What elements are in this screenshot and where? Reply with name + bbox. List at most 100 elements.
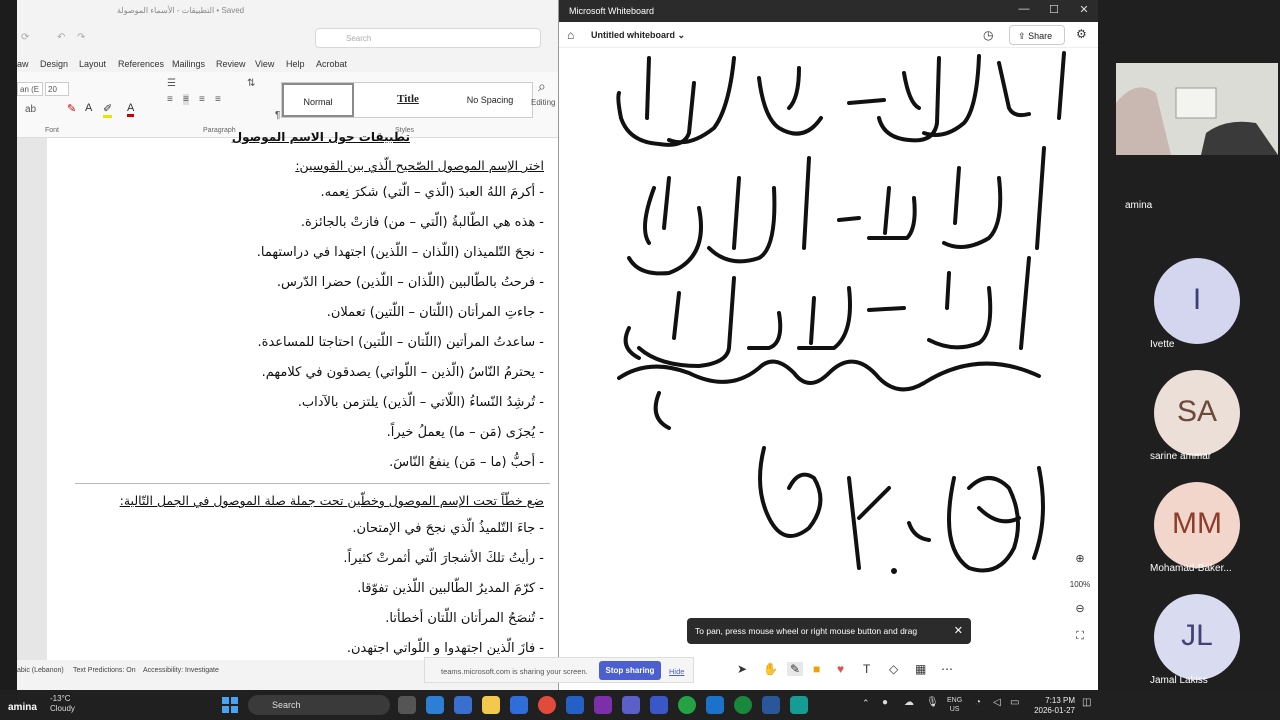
avatar[interactable]: MM bbox=[1154, 482, 1240, 568]
teams-icon[interactable] bbox=[622, 696, 640, 714]
app-icon[interactable] bbox=[566, 696, 584, 714]
onenote-icon[interactable] bbox=[594, 696, 612, 714]
document-page[interactable]: تطبيقات حول الاسم الموصول اختر الإسم الم… bbox=[47, 130, 558, 660]
status-predictions[interactable]: Text Predictions: On bbox=[73, 667, 136, 674]
editing-label[interactable]: Editing bbox=[531, 98, 555, 107]
reaction-icon[interactable]: ♥ bbox=[837, 662, 844, 676]
whiteboard-canvas[interactable] bbox=[559, 48, 1098, 660]
chevron-up-icon[interactable]: ⌃ bbox=[862, 698, 870, 709]
status-language[interactable]: abic (Lebanon) bbox=[17, 667, 64, 674]
task-view-icon[interactable] bbox=[398, 696, 416, 714]
bullets-icon[interactable]: ☰ bbox=[167, 78, 176, 89]
tab-mailings[interactable]: Mailings bbox=[172, 59, 205, 69]
text-effects-icon[interactable]: A bbox=[85, 102, 92, 114]
font-size-select[interactable]: 20 bbox=[45, 82, 69, 96]
gear-icon[interactable]: ⚙ bbox=[1076, 27, 1087, 41]
avatar[interactable]: JL bbox=[1154, 594, 1240, 680]
tab-layout[interactable]: Layout bbox=[79, 59, 106, 69]
file-explorer-icon[interactable] bbox=[482, 696, 500, 714]
app-icon[interactable] bbox=[454, 696, 472, 714]
tab-acrobat[interactable]: Acrobat bbox=[316, 59, 347, 69]
justify-icon[interactable]: ≡ bbox=[215, 94, 221, 105]
tab-design[interactable]: Design bbox=[40, 59, 68, 69]
undo-icon[interactable]: ↶ bbox=[57, 32, 65, 43]
chrome-icon[interactable] bbox=[538, 696, 556, 714]
desktop: التطبيقات - الأسماء الموصولة • Saved ⟳ ↶… bbox=[0, 0, 1280, 720]
home-icon[interactable]: ⌂ bbox=[567, 28, 574, 42]
status-accessibility[interactable]: Accessibility: Investigate bbox=[143, 667, 219, 674]
notifications-icon[interactable]: ◫ bbox=[1082, 697, 1091, 708]
tray-app-icon[interactable]: ☁ bbox=[904, 697, 914, 708]
align-center-icon[interactable]: ≡ bbox=[183, 94, 189, 105]
messenger-icon[interactable] bbox=[650, 696, 668, 714]
hide-link[interactable]: Hide bbox=[669, 667, 684, 676]
shapes-tool-icon[interactable]: ◇ bbox=[889, 662, 898, 676]
tab-view[interactable]: View bbox=[255, 59, 274, 69]
board-name[interactable]: Untitled whiteboard ⌄ bbox=[591, 30, 685, 41]
stop-sharing-button[interactable]: Stop sharing bbox=[599, 661, 661, 680]
exercise-line: - ساعدتُ المرأتين (اللّتان – اللّتين) اح… bbox=[257, 335, 544, 350]
language-code: ENG bbox=[947, 697, 963, 704]
taskbar-user: amina bbox=[8, 702, 37, 713]
font-color-icon[interactable]: A bbox=[127, 102, 135, 117]
select-tool-icon[interactable]: ➤ bbox=[737, 662, 747, 676]
battery-icon[interactable]: ▭ bbox=[1010, 697, 1019, 708]
participant-name: Mohamad-Baker... bbox=[1150, 563, 1232, 574]
xbox-icon[interactable] bbox=[734, 696, 752, 714]
text-highlight-icon[interactable]: ✎ bbox=[67, 102, 76, 115]
weather-widget[interactable]: -13°C Cloudy bbox=[50, 694, 75, 714]
style-title[interactable]: Title bbox=[372, 83, 444, 117]
text-tool-icon[interactable]: T bbox=[863, 662, 870, 676]
whatsapp-icon[interactable] bbox=[678, 696, 696, 714]
fit-screen-icon[interactable]: ⛶ bbox=[1067, 630, 1093, 643]
tab-help[interactable]: Help bbox=[286, 59, 305, 69]
highlighter-icon[interactable]: ✐ bbox=[103, 102, 113, 118]
zoom-out-icon[interactable]: ⊖ bbox=[1067, 602, 1093, 615]
style-no-spacing[interactable]: No Spacing bbox=[454, 83, 526, 117]
autosave-icon[interactable]: ⟳ bbox=[21, 32, 29, 43]
tray-app-icon[interactable]: ● bbox=[882, 697, 888, 708]
show-marks-icon[interactable]: ¶ bbox=[275, 110, 280, 121]
tab-references[interactable]: References bbox=[118, 59, 164, 69]
minimize-button[interactable]: — bbox=[1009, 3, 1039, 19]
close-button[interactable]: ✕ bbox=[1069, 3, 1098, 19]
style-normal[interactable]: Normal bbox=[282, 83, 354, 117]
handwriting-ink bbox=[616, 51, 1066, 573]
font-name-select[interactable]: an (E bbox=[17, 82, 43, 96]
tab-draw[interactable]: aw bbox=[17, 59, 29, 69]
pen-tool-icon[interactable]: ✎ bbox=[787, 662, 804, 676]
align-right-icon[interactable]: ≡ bbox=[199, 94, 205, 105]
sort-icon[interactable]: ⇅ bbox=[247, 78, 255, 89]
avatar[interactable]: I bbox=[1154, 258, 1240, 344]
language-indicator[interactable]: ENG US bbox=[947, 696, 962, 714]
clock[interactable]: 7:13 PM 2026-01-27 bbox=[1033, 696, 1075, 716]
volume-icon[interactable]: ◁ bbox=[993, 697, 1001, 708]
microphone-icon[interactable]: 🎙 bbox=[926, 697, 939, 708]
chevron-down-icon: ⌄ bbox=[677, 30, 686, 40]
tab-review[interactable]: Review bbox=[216, 59, 246, 69]
word-icon[interactable] bbox=[762, 696, 780, 714]
edge-icon[interactable] bbox=[426, 696, 444, 714]
redo-icon[interactable]: ↷ bbox=[77, 32, 85, 43]
align-left-icon[interactable]: ≡ bbox=[167, 94, 173, 105]
outlook-icon[interactable] bbox=[706, 696, 724, 714]
more-options-icon[interactable]: ⋯ bbox=[941, 662, 953, 676]
zoom-in-icon[interactable]: ⊕ bbox=[1067, 552, 1093, 565]
note-tool-icon[interactable]: ■ bbox=[813, 662, 820, 676]
close-tooltip-icon[interactable]: ✕ bbox=[954, 624, 963, 637]
styles-gallery: Normal Title No Spacing bbox=[281, 82, 533, 118]
strikethrough-icon[interactable]: ab bbox=[25, 104, 36, 115]
windows-start-icon[interactable] bbox=[222, 697, 238, 713]
avatar[interactable]: SA bbox=[1154, 370, 1240, 456]
maximize-button[interactable]: ☐ bbox=[1039, 3, 1069, 19]
mail-icon[interactable] bbox=[510, 696, 528, 714]
pan-tool-icon[interactable]: ✋ bbox=[763, 662, 778, 676]
templates-icon[interactable]: ▦ bbox=[915, 662, 926, 676]
whiteboard-icon[interactable] bbox=[790, 696, 808, 714]
share-button[interactable]: ⇪ Share bbox=[1009, 25, 1065, 45]
timer-icon[interactable]: ◷ bbox=[983, 28, 993, 42]
taskbar-search[interactable]: Search bbox=[248, 695, 390, 715]
search-box[interactable]: Search bbox=[315, 28, 541, 48]
wifi-icon[interactable]: ◔ bbox=[975, 697, 981, 708]
search-icon[interactable]: ⌕ bbox=[538, 78, 546, 95]
